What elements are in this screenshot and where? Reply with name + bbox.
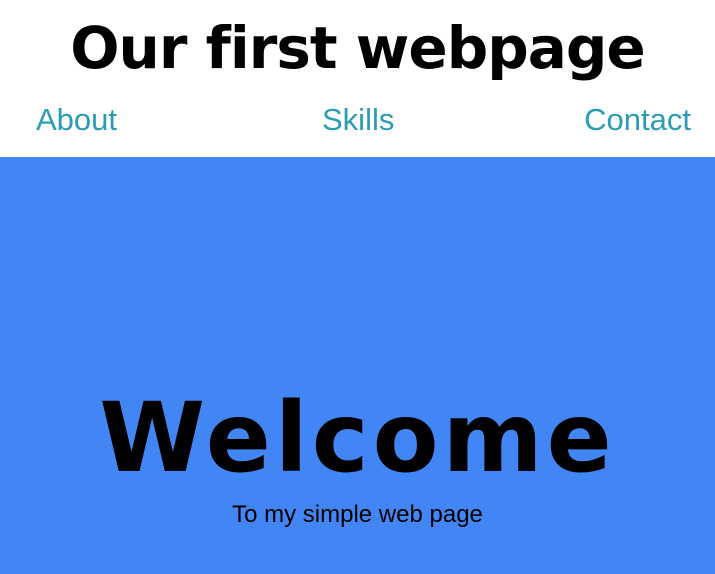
nav-link-about[interactable]: About	[36, 100, 117, 140]
site-title: Our first webpage	[70, 14, 646, 82]
nav-link-skills[interactable]: Skills	[322, 100, 394, 140]
hero-section: Welcome To my simple web page	[0, 157, 715, 574]
site-header: Our first webpage About Skills Contact	[0, 0, 715, 157]
nav-link-contact[interactable]: Contact	[584, 100, 691, 140]
hero-title: Welcome	[99, 382, 616, 494]
main-nav: About Skills Contact	[0, 100, 715, 140]
hero-subtitle: To my simple web page	[232, 501, 483, 528]
webpage: Our first webpage About Skills Contact W…	[0, 0, 715, 574]
